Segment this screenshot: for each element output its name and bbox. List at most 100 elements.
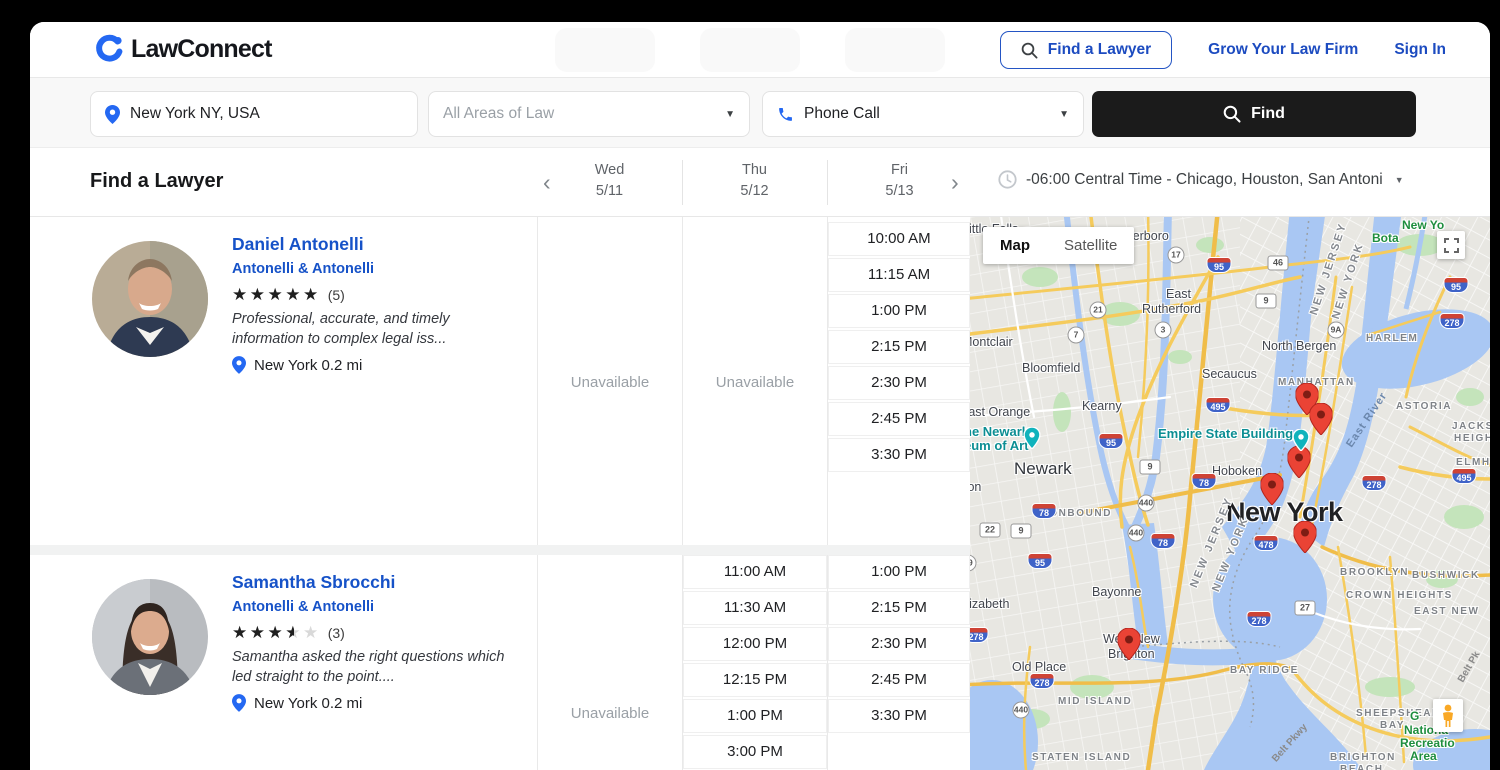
- poi-marker[interactable]: [1024, 427, 1041, 449]
- area-of-law-select[interactable]: All Areas of Law ▼: [428, 91, 750, 137]
- lawyer-name-link[interactable]: Daniel Antonelli: [232, 234, 364, 255]
- lawyer-firm-link[interactable]: Antonelli & Antonelli: [232, 261, 374, 277]
- day-date: 5/11: [537, 181, 682, 202]
- time-slot-button[interactable]: 3:30 PM: [828, 699, 970, 733]
- map-label: BAY: [1380, 720, 1405, 731]
- road-shield: 478: [1254, 535, 1279, 551]
- lawyer-firm-link[interactable]: Antonelli & Antonelli: [232, 599, 374, 615]
- contact-method-value: Phone Call: [804, 105, 880, 123]
- star-rating-icon: ★★★★★★★★★★: [232, 285, 321, 305]
- location-input[interactable]: New York NY, USA: [90, 91, 418, 137]
- row-divider: [30, 545, 970, 555]
- lawyer-map-pin[interactable]: [1261, 473, 1284, 505]
- road-shield: 440: [1138, 495, 1155, 512]
- google-map[interactable]: Little FallsTeterboroEastRutherfordMontc…: [970, 217, 1490, 770]
- location-value: New York NY, USA: [130, 105, 260, 123]
- time-slot-button[interactable]: 11:15 AM: [828, 258, 970, 292]
- lawconnect-page: LawConnect Find a Lawyer Grow Your Law F…: [30, 22, 1490, 770]
- location-text: New York 0.2 mi: [254, 357, 362, 374]
- phone-icon: [777, 106, 794, 123]
- time-slot-button[interactable]: 2:45 PM: [828, 402, 970, 436]
- avatar[interactable]: [92, 241, 208, 357]
- rating: ★★★★★★★★★★ (3): [232, 623, 345, 643]
- time-slot-button[interactable]: 2:15 PM: [828, 591, 970, 625]
- time-slot-button[interactable]: 12:00 PM: [683, 627, 827, 661]
- time-slot-button[interactable]: 3:30 PM: [828, 438, 970, 472]
- road-shield: 495: [1452, 468, 1477, 484]
- time-slot-button[interactable]: 1:00 PM: [828, 294, 970, 328]
- grow-your-law-firm-link[interactable]: Grow Your Law Firm: [1208, 41, 1358, 59]
- time-slot-button[interactable]: 11:00 AM: [683, 555, 827, 589]
- map-label: BUSHWICK: [1412, 570, 1480, 581]
- day-header-thu[interactable]: Thu 5/12: [682, 160, 827, 202]
- road-shield: 46: [1268, 256, 1289, 271]
- road-shield: 3: [1155, 322, 1172, 339]
- lawconnect-logo[interactable]: LawConnect: [94, 34, 272, 64]
- map-pin-icon: [232, 356, 246, 374]
- search-icon: [1223, 105, 1241, 123]
- review-count: (5): [328, 287, 345, 303]
- find-button-label: Find: [1251, 105, 1285, 123]
- time-slot-list: 1:00 PM2:15 PM2:30 PM2:45 PM3:30 PM: [828, 555, 970, 735]
- lawyer-location: New York 0.2 mi: [232, 694, 362, 712]
- lawyer-map-pin[interactable]: [1294, 521, 1317, 553]
- timezone-select[interactable]: -06:00 Central Time - Chicago, Houston, …: [998, 170, 1404, 189]
- time-slot-button[interactable]: 2:30 PM: [828, 366, 970, 400]
- availability-thu: 11:00 AM11:30 AM12:00 PM12:15 PM1:00 PM3…: [682, 555, 827, 770]
- find-a-lawyer-nav-button[interactable]: Find a Lawyer: [1000, 31, 1172, 69]
- map-label: Hoboken: [1212, 464, 1262, 478]
- road-shield: 9A: [1328, 322, 1345, 339]
- time-slot-button[interactable]: 3:00 PM: [683, 735, 827, 769]
- find-button[interactable]: Find: [1092, 91, 1416, 137]
- map-view-button[interactable]: Map: [983, 227, 1047, 264]
- avatar[interactable]: [92, 579, 208, 695]
- chevron-down-icon: ▼: [1059, 109, 1069, 120]
- day-header-wed[interactable]: Wed 5/11: [537, 160, 682, 202]
- location-text: New York 0.2 mi: [254, 695, 362, 712]
- area-of-law-value: All Areas of Law: [443, 105, 554, 123]
- lawyer-map-pin[interactable]: [1118, 628, 1141, 660]
- next-days-chevron[interactable]: ›: [951, 170, 959, 194]
- ghost-shape: [845, 28, 945, 72]
- satellite-view-button[interactable]: Satellite: [1047, 227, 1134, 264]
- road-shield: 95: [1207, 257, 1232, 273]
- pegman-icon: [1440, 704, 1456, 728]
- time-slot-button[interactable]: 1:00 PM: [683, 699, 827, 733]
- map-label: JACKSON: [1452, 421, 1490, 432]
- map-label: Montclair: [970, 335, 1013, 349]
- map-label: Belt Pk: [1456, 650, 1482, 685]
- time-slot-button[interactable]: 12:15 PM: [683, 663, 827, 697]
- road-shield: 78: [1032, 503, 1057, 519]
- time-slot-button[interactable]: 2:15 PM: [828, 330, 970, 364]
- poi-marker[interactable]: [1293, 429, 1310, 451]
- contact-method-select[interactable]: Phone Call ▼: [762, 91, 1084, 137]
- map-label: Recreatio: [1400, 736, 1455, 750]
- time-slot-button[interactable]: 1:00 PM: [828, 555, 970, 589]
- availability-fri: 10:00 AM11:15 AM1:00 PM2:15 PM2:30 PM2:4…: [827, 217, 970, 545]
- map-label: BROOKLYN: [1340, 567, 1409, 578]
- review-count: (3): [328, 625, 345, 641]
- unavailable-label: Unavailable: [683, 374, 827, 391]
- road-shield: 27: [1295, 601, 1316, 616]
- road-shield: 440: [1013, 702, 1030, 719]
- availability-fri: 1:00 PM2:15 PM2:30 PM2:45 PM3:30 PM: [827, 555, 970, 770]
- lawyer-map-pin[interactable]: [1310, 403, 1333, 435]
- map-type-control: Map Satellite: [983, 227, 1134, 264]
- time-slot-button[interactable]: 10:00 AM: [828, 222, 970, 256]
- lawyer-name-link[interactable]: Samantha Sbrocchi: [232, 572, 395, 593]
- sign-in-link[interactable]: Sign In: [1394, 41, 1446, 59]
- map-label: BEACH: [1340, 764, 1384, 770]
- review-snippet: Samantha asked the right questions which…: [232, 647, 517, 687]
- time-slot-button[interactable]: 2:30 PM: [828, 627, 970, 661]
- road-shield: 7: [1068, 327, 1085, 344]
- time-slot-button[interactable]: 2:45 PM: [828, 663, 970, 697]
- rating: ★★★★★★★★★★ (5): [232, 285, 345, 305]
- fullscreen-button[interactable]: [1437, 231, 1465, 259]
- unavailable-label: Unavailable: [538, 374, 682, 391]
- map-label: ton: [970, 480, 981, 494]
- search-band: New York NY, USA All Areas of Law ▼ Phon…: [30, 78, 1490, 148]
- map-label: East Orange: [970, 405, 1030, 419]
- pegman-control[interactable]: [1433, 699, 1463, 732]
- clock-icon: [998, 170, 1017, 189]
- time-slot-button[interactable]: 11:30 AM: [683, 591, 827, 625]
